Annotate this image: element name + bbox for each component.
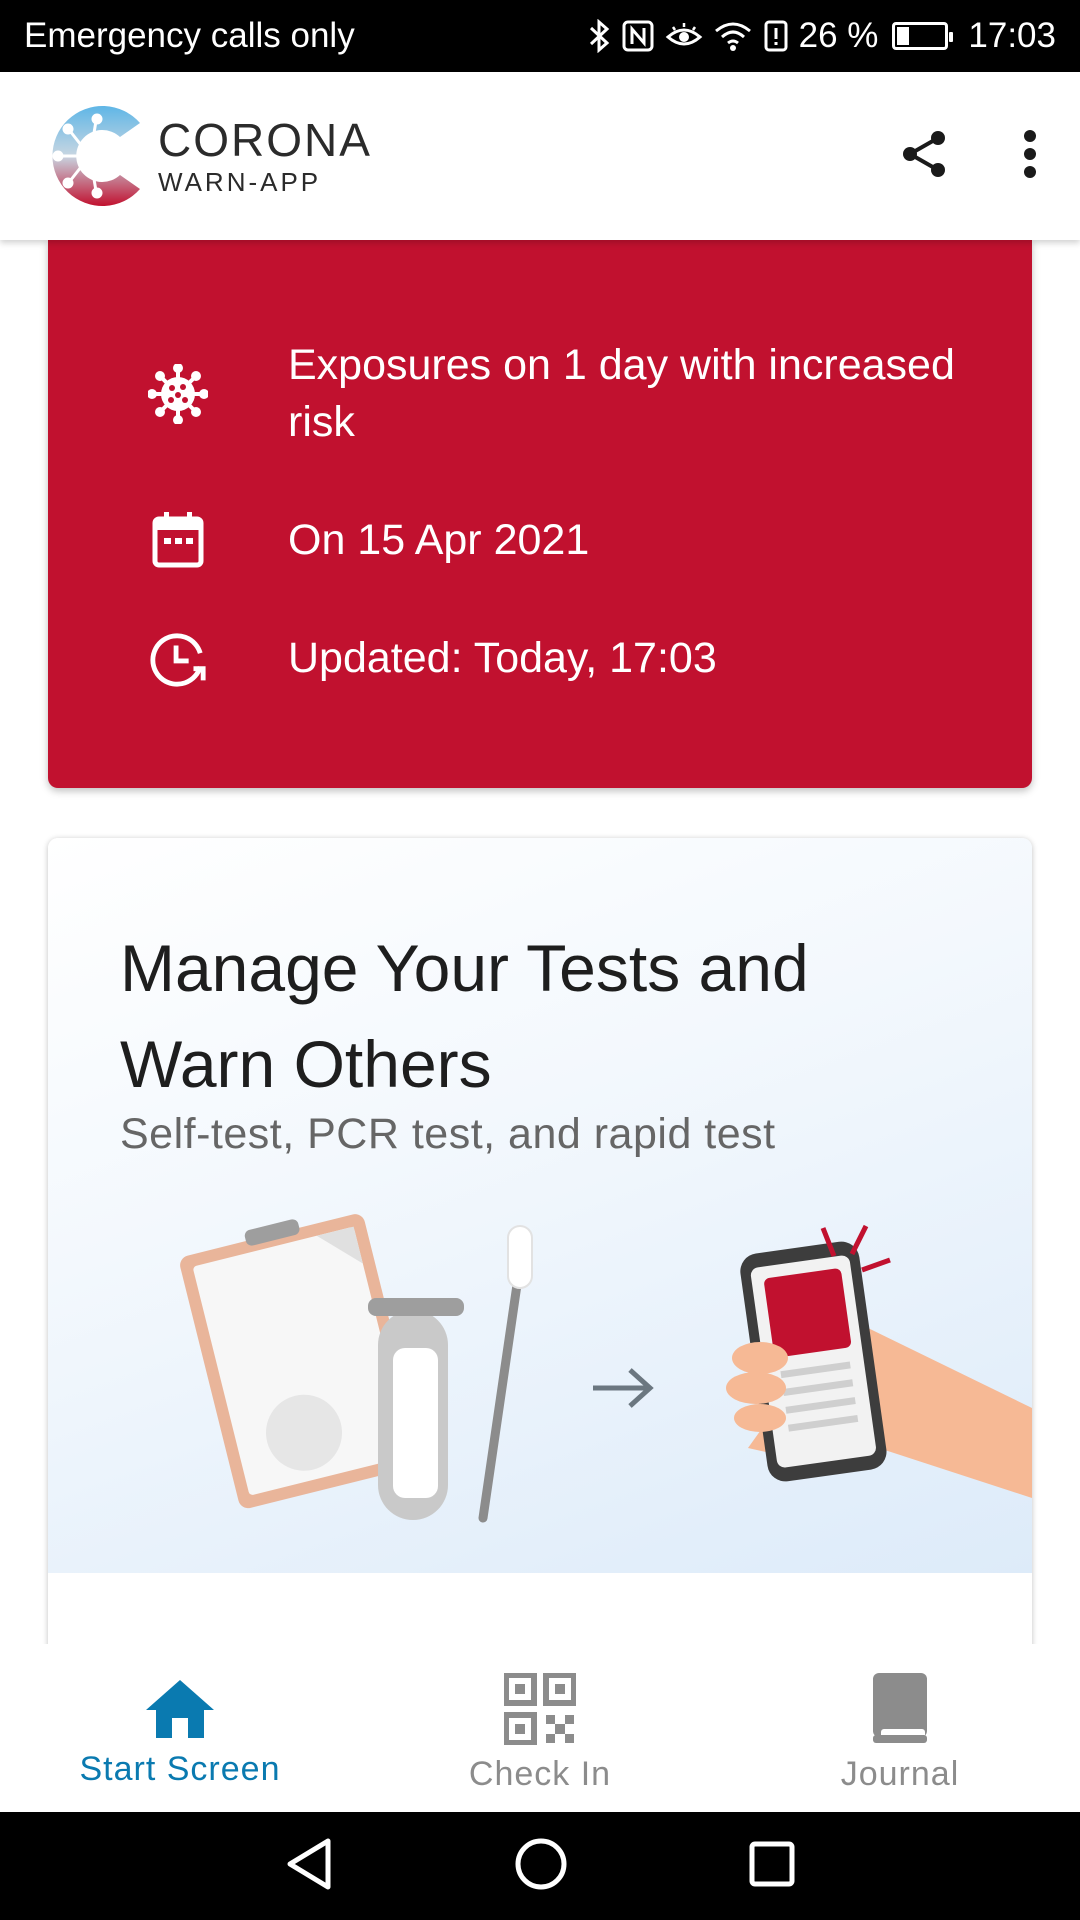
risk-date-text: On 15 Apr 2021 bbox=[288, 516, 590, 564]
bottom-nav: Start Screen Check In Journal bbox=[0, 1644, 1080, 1812]
home-content[interactable]: Exposures on 1 day with increased risk O… bbox=[0, 240, 1080, 1644]
corona-logo-icon bbox=[52, 106, 140, 206]
nav-check-in-label: Check In bbox=[468, 1754, 612, 1793]
tests-illustration bbox=[180, 1214, 1032, 1523]
risk-exposure-text: Exposures on 1 day with increased risk bbox=[288, 341, 955, 446]
manage-tests-card[interactable]: Manage Your Tests and Warn Others Self-t… bbox=[48, 838, 1032, 1644]
battery-percent: 26 % bbox=[798, 16, 879, 55]
nav-start-screen[interactable]: Start Screen bbox=[0, 1644, 360, 1812]
risk-date-row: On 15 Apr 2021 bbox=[48, 510, 1032, 570]
nav-journal[interactable]: Journal bbox=[720, 1644, 1080, 1812]
app-bar: CORONA WARN-APP bbox=[0, 72, 1080, 240]
nav-start-screen-label: Start Screen bbox=[79, 1749, 281, 1788]
battery-alert-icon bbox=[763, 19, 789, 53]
share-icon[interactable] bbox=[900, 128, 948, 185]
risk-exposure-row: Exposures on 1 day with increased risk bbox=[48, 337, 1032, 451]
battery-fill bbox=[897, 27, 910, 45]
nav-journal-label: Journal bbox=[840, 1754, 960, 1793]
status-icons: 26 % 17:03 bbox=[589, 16, 1056, 56]
brand-subtitle: WARN-APP bbox=[158, 167, 322, 197]
status-bar: Emergency calls only 26 % 17:03 bbox=[0, 0, 1080, 72]
back-icon[interactable] bbox=[284, 1837, 334, 1896]
home-circle-icon[interactable] bbox=[514, 1837, 568, 1896]
carrier-text: Emergency calls only bbox=[24, 16, 355, 55]
qr-code-icon bbox=[504, 1672, 576, 1745]
system-nav-bar bbox=[0, 1812, 1080, 1920]
tests-card-subtitle: Self-test, PCR test, and rapid test bbox=[120, 1110, 776, 1158]
eye-comfort-icon bbox=[665, 21, 703, 51]
risk-updated-text: Updated: Today, 17:03 bbox=[288, 634, 717, 682]
more-vert-icon[interactable] bbox=[1020, 128, 1040, 185]
recents-icon[interactable] bbox=[748, 1840, 796, 1893]
clock-refresh-icon bbox=[148, 630, 208, 690]
battery-icon bbox=[892, 22, 954, 50]
tests-hero: Manage Your Tests and Warn Others Self-t… bbox=[48, 838, 1032, 1573]
risk-updated-row: Updated: Today, 17:03 bbox=[48, 628, 1032, 692]
virus-icon bbox=[148, 364, 208, 424]
app-logo: CORONA WARN-APP bbox=[48, 101, 372, 211]
home-icon bbox=[146, 1679, 214, 1738]
book-icon bbox=[873, 1672, 927, 1743]
bluetooth-icon bbox=[589, 19, 611, 53]
nav-check-in[interactable]: Check In bbox=[360, 1644, 720, 1812]
wifi-icon bbox=[713, 20, 753, 52]
brand-title: CORONA bbox=[158, 114, 372, 166]
status-time: 17:03 bbox=[968, 16, 1056, 55]
risk-card[interactable]: Exposures on 1 day with increased risk O… bbox=[48, 240, 1032, 788]
calendar-icon bbox=[148, 510, 208, 570]
nfc-icon bbox=[621, 19, 655, 53]
tests-card-title: Manage Your Tests and Warn Others bbox=[120, 931, 809, 1101]
